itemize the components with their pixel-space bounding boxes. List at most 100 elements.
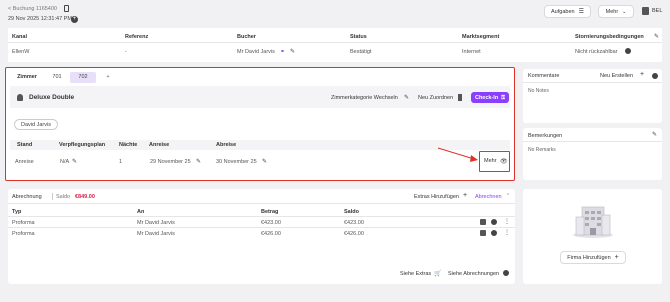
col-betrag: Betrag [261, 209, 279, 215]
plus-icon: + [614, 254, 619, 261]
col-anreise: Anreise [149, 142, 170, 148]
swap-icon [458, 94, 462, 101]
col-status: Status [350, 34, 367, 40]
col-naechte: Nächte [119, 142, 138, 148]
add-extras-button[interactable]: Extras Hinzufügen [414, 194, 459, 200]
stornierung-value: Nicht rückzahlbar [575, 49, 618, 55]
add-icon[interactable]: + [71, 16, 78, 23]
room-plan: N/A [60, 159, 70, 165]
bill-2-to: Mr David Jarvis [137, 231, 175, 237]
bill-1-amount: €423.00 [261, 220, 281, 226]
plus-icon[interactable]: + [463, 192, 467, 199]
checkin-label: Check-In [474, 94, 499, 101]
bill-2-saldo: €426.00 [344, 231, 364, 237]
bill-2-amount: €426.00 [261, 231, 281, 237]
eye-icon[interactable]: 👁 [500, 158, 508, 165]
remarks-title: Bemerkungen [528, 133, 563, 139]
more-menu-button[interactable]: Mehr ⌄ [598, 5, 634, 18]
remarks-empty: No Remarks [528, 147, 556, 153]
kanal-value: EllenW [12, 49, 30, 55]
status-value: Bestätigt [350, 49, 372, 55]
plus-icon[interactable]: + [640, 71, 644, 78]
edit-icon[interactable]: ✎ [196, 158, 201, 165]
printer-icon[interactable] [642, 7, 649, 15]
bill-1-to: Mr David Jarvis [137, 220, 175, 226]
checkin-button[interactable]: Check-In ⚿ [471, 92, 509, 103]
col-referenz: Referenz [125, 34, 149, 40]
new-comment-button[interactable]: Neu Erstellen [600, 73, 633, 79]
bill-1-type: Proforma [12, 220, 35, 226]
tab-zimmer[interactable]: Zimmer [12, 72, 42, 83]
add-company-label: Firma Hinzufügen [567, 254, 611, 261]
saldo-value: €849.00 [75, 194, 95, 200]
col-kanal: Kanal [12, 34, 27, 40]
info-icon[interactable] [625, 48, 631, 54]
see-extras-link[interactable]: Siehe Extras [400, 271, 431, 277]
tasks-button-label: Aufgaben [551, 8, 575, 15]
comments-empty: No Notes [528, 88, 549, 94]
col-abreise: Abreise [216, 142, 237, 148]
cart-icon: 🛒 [434, 271, 442, 277]
key-icon: ⚿ [501, 94, 506, 101]
copy-icon[interactable] [64, 5, 69, 12]
info-icon [503, 270, 509, 276]
guest-chip[interactable]: David Jarvis [14, 119, 58, 130]
col-typ: Typ [12, 209, 22, 215]
col-an: An [137, 209, 145, 215]
tab-add-room[interactable]: + [98, 72, 118, 83]
bill-1-saldo: €423.00 [344, 220, 364, 226]
booking-datetime: 29 Nov 2025 12:31:47 PM [8, 16, 72, 22]
col-marktsegment: Marktsegment [462, 34, 500, 40]
col-stand: Stand [17, 142, 33, 148]
eye-icon[interactable] [491, 230, 497, 236]
link-icon[interactable]: ⚭ [280, 48, 285, 55]
back-link[interactable]: < Buchung 1165400 [8, 6, 57, 12]
more-vertical-icon[interactable]: ⋮ [504, 229, 510, 236]
reassign-button[interactable]: Neu Zuordnen [418, 95, 453, 101]
tab-701[interactable]: 701 [46, 72, 68, 83]
col-stornierung: Stornierungsbedingungen [575, 34, 644, 40]
back-link-label[interactable]: < Buchung 1165400 [8, 6, 57, 12]
chevron-up-icon[interactable]: ⌃ [506, 193, 510, 199]
room-more-button[interactable]: Mehr [484, 158, 497, 164]
tab-702[interactable]: 702 [70, 72, 96, 83]
change-category-button[interactable]: Zimmerkategorie Wechseln [331, 95, 398, 101]
bucher-value[interactable]: Mr David Jarvis [237, 49, 275, 55]
room-arrival: 29 November 25 [150, 159, 191, 165]
eye-icon[interactable] [491, 219, 497, 225]
room-departure: 30 November 25 [216, 159, 257, 165]
building-icon [573, 206, 613, 238]
add-company-button[interactable]: Firma Hinzufügen + [560, 251, 626, 264]
annotation-arrow-icon [437, 147, 478, 162]
list-icon: ☰ [578, 9, 584, 15]
col-verpflegungsplan: Verpflegungsplan [59, 142, 106, 148]
col-bucher: Bucher [237, 34, 256, 40]
edit-icon[interactable]: ✎ [652, 131, 657, 138]
edit-icon[interactable]: ✎ [404, 94, 409, 101]
see-bills-link[interactable]: Siehe Abrechnungen [448, 271, 499, 277]
more-vertical-icon[interactable]: ⋮ [504, 218, 510, 225]
marktsegment-value: Internet [462, 49, 481, 55]
referenz-value: - [125, 49, 127, 55]
comments-title: Kommentare [528, 73, 560, 79]
edit-icon[interactable]: ✎ [262, 158, 267, 165]
printer-icon[interactable] [480, 230, 486, 236]
saldo-label: Saldo [56, 194, 71, 200]
printer-icon[interactable] [480, 219, 486, 225]
tasks-button[interactable]: Aufgaben ☰ [544, 5, 591, 18]
edit-icon[interactable]: ✎ [72, 158, 77, 165]
bills-button[interactable]: Abrechnen [475, 194, 502, 200]
billing-title: Abrechnung [12, 194, 42, 200]
edit-icon[interactable]: ✎ [654, 33, 659, 40]
eye-icon[interactable] [652, 73, 658, 79]
more-menu-label: Mehr [605, 8, 619, 15]
room-type: Deluxe Double [29, 94, 75, 101]
print-label: BEL [652, 8, 663, 14]
booking-info [8, 28, 662, 62]
edit-icon[interactable]: ✎ [290, 48, 295, 55]
room-icon [17, 94, 23, 101]
divider [52, 193, 53, 200]
bill-2-type: Proforma [12, 231, 35, 237]
chevron-down-icon: ⌄ [622, 8, 627, 15]
room-nights: 1 [119, 159, 123, 165]
